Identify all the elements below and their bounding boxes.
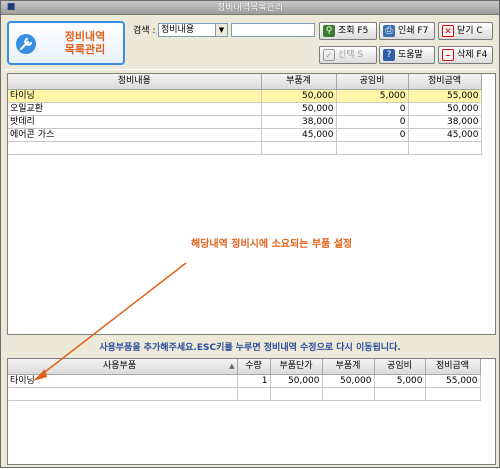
column-header[interactable]: 수량 <box>237 359 271 375</box>
logo-line-2: 목록관리 <box>64 43 106 56</box>
cell-parts-total: 45,000 <box>261 128 337 142</box>
cell-labor-cost: 0 <box>336 102 409 116</box>
table-row[interactable]: 타이닝 1 50,000 50,000 5,000 55,000 <box>8 374 481 388</box>
cell-unit-price: 50,000 <box>270 374 323 388</box>
close-button-label: 닫기 C <box>457 26 483 36</box>
cell-labor-cost: 5,000 <box>336 89 409 103</box>
cell-item-name: 타이닝 <box>8 89 262 103</box>
close-button[interactable]: ✕ 닫기 C <box>438 22 493 40</box>
printer-icon: ⎙ <box>383 25 395 37</box>
cell-service-amount: 55,000 <box>425 374 481 388</box>
cell-part-name: 타이닝 <box>8 374 238 388</box>
column-header[interactable]: 공임비 <box>374 359 426 375</box>
table-row[interactable]: 오일교환 50,000 0 50,000 <box>8 102 482 116</box>
search-field-select[interactable]: 정비내용 ▼ <box>158 23 228 37</box>
delete-button-label: 삭제 F4 <box>457 50 488 60</box>
annotation-callout: 해당내역 정비시에 소요되는 부품 설정 <box>191 239 353 250</box>
search-button[interactable]: ⚲ 조회 F5 <box>319 22 377 40</box>
select-button[interactable]: ✓ 선택 S <box>319 46 377 64</box>
window-title: 정비내역목록관리 <box>216 3 284 13</box>
toolbar-divider <box>5 69 495 70</box>
cell-labor-cost: 0 <box>336 115 409 129</box>
logo-title: 정비내역 목록관리 <box>49 30 121 56</box>
cell-item-name: 밧데리 <box>8 115 262 129</box>
table-row-empty[interactable] <box>8 141 482 155</box>
instruction-text: 사용부품을 추가해주세요.ESC키를 누루면 정비내역 수정으로 다시 이동됩니… <box>99 343 401 353</box>
checkmark-icon: ✓ <box>323 49 335 61</box>
select-button-label: 선택 S <box>338 50 364 60</box>
cell-service-amount: 45,000 <box>408 128 482 142</box>
column-header[interactable]: 사용부품 ▲ <box>8 359 238 375</box>
search-label: 검색 : <box>133 26 156 36</box>
table-row-empty[interactable] <box>8 387 481 401</box>
cell-parts-total: 50,000 <box>261 89 337 103</box>
table-row[interactable]: 타이닝 50,000 5,000 55,000 <box>8 89 482 103</box>
column-header[interactable]: 정비내용 <box>8 74 262 90</box>
chevron-down-icon[interactable]: ▼ <box>215 24 227 36</box>
table-header-row: 사용부품 ▲ 수량 부품단가 부품계 공임비 정비금액 <box>8 359 481 375</box>
cell-parts-total: 38,000 <box>261 115 337 129</box>
close-icon: ✕ <box>442 25 454 37</box>
cell-labor-cost: 0 <box>336 128 409 142</box>
help-button[interactable]: ? 도움말 <box>379 46 435 64</box>
help-book-icon: ? <box>383 49 395 61</box>
column-header[interactable]: 정비금액 <box>425 359 481 375</box>
search-button-label: 조회 F5 <box>338 26 369 36</box>
cell-item-name: 에어콘 가스 <box>8 128 262 142</box>
cell-item-name: 오일교환 <box>8 102 262 116</box>
used-parts-grid[interactable]: 사용부품 ▲ 수량 부품단가 부품계 공임비 정비금액 타이닝 1 50,000… <box>7 358 496 465</box>
column-header[interactable]: 공임비 <box>336 74 409 90</box>
print-button-label: 인쇄 F7 <box>398 26 429 36</box>
column-header[interactable]: 부품단가 <box>270 359 323 375</box>
cell-service-amount: 50,000 <box>408 102 482 116</box>
table-header-row: 정비내용 부품계 공임비 정비금액 <box>8 74 482 90</box>
cell-parts-total: 50,000 <box>322 374 375 388</box>
column-header[interactable]: 정비금액 <box>408 74 482 90</box>
search-field-value: 정비내용 <box>161 25 195 35</box>
column-header[interactable]: 부품계 <box>261 74 337 90</box>
minus-icon: – <box>442 49 454 61</box>
maintenance-items-table: 정비내용 부품계 공임비 정비금액 타이닝 50,000 5,000 55,00… <box>8 74 482 155</box>
column-header-label: 사용부품 <box>102 361 137 372</box>
magnifier-icon: ⚲ <box>323 25 335 37</box>
search-input[interactable] <box>231 23 315 37</box>
main-window: ■ 정비내역목록관리 정비내역 목록관리 검색 : 정비내용 ▼ ⚲ 조회 F5… <box>0 0 500 468</box>
cell-service-amount: 38,000 <box>408 115 482 129</box>
used-parts-table: 사용부품 ▲ 수량 부품단가 부품계 공임비 정비금액 타이닝 1 50,000… <box>8 359 481 401</box>
print-button[interactable]: ⎙ 인쇄 F7 <box>379 22 435 40</box>
cell-service-amount: 55,000 <box>408 89 482 103</box>
cell-labor-cost: 5,000 <box>374 374 426 388</box>
cell-parts-total: 50,000 <box>261 102 337 116</box>
column-header[interactable]: 부품계 <box>322 359 375 375</box>
maintenance-items-grid[interactable]: 정비내용 부품계 공임비 정비금액 타이닝 50,000 5,000 55,00… <box>7 73 496 335</box>
help-button-label: 도움말 <box>398 50 423 60</box>
cell-quantity: 1 <box>237 374 271 388</box>
title-bar[interactable]: ■ 정비내역목록관리 <box>1 1 499 15</box>
wrench-icon <box>16 34 36 54</box>
logo-line-1: 정비내역 <box>64 30 106 43</box>
delete-button[interactable]: – 삭제 F4 <box>438 46 493 64</box>
logo-panel: 정비내역 목록관리 <box>7 21 125 65</box>
table-row[interactable]: 밧데리 38,000 0 38,000 <box>8 115 482 129</box>
table-row[interactable]: 에어콘 가스 45,000 0 45,000 <box>8 128 482 142</box>
sort-arrow-icon: ▲ <box>229 362 235 371</box>
